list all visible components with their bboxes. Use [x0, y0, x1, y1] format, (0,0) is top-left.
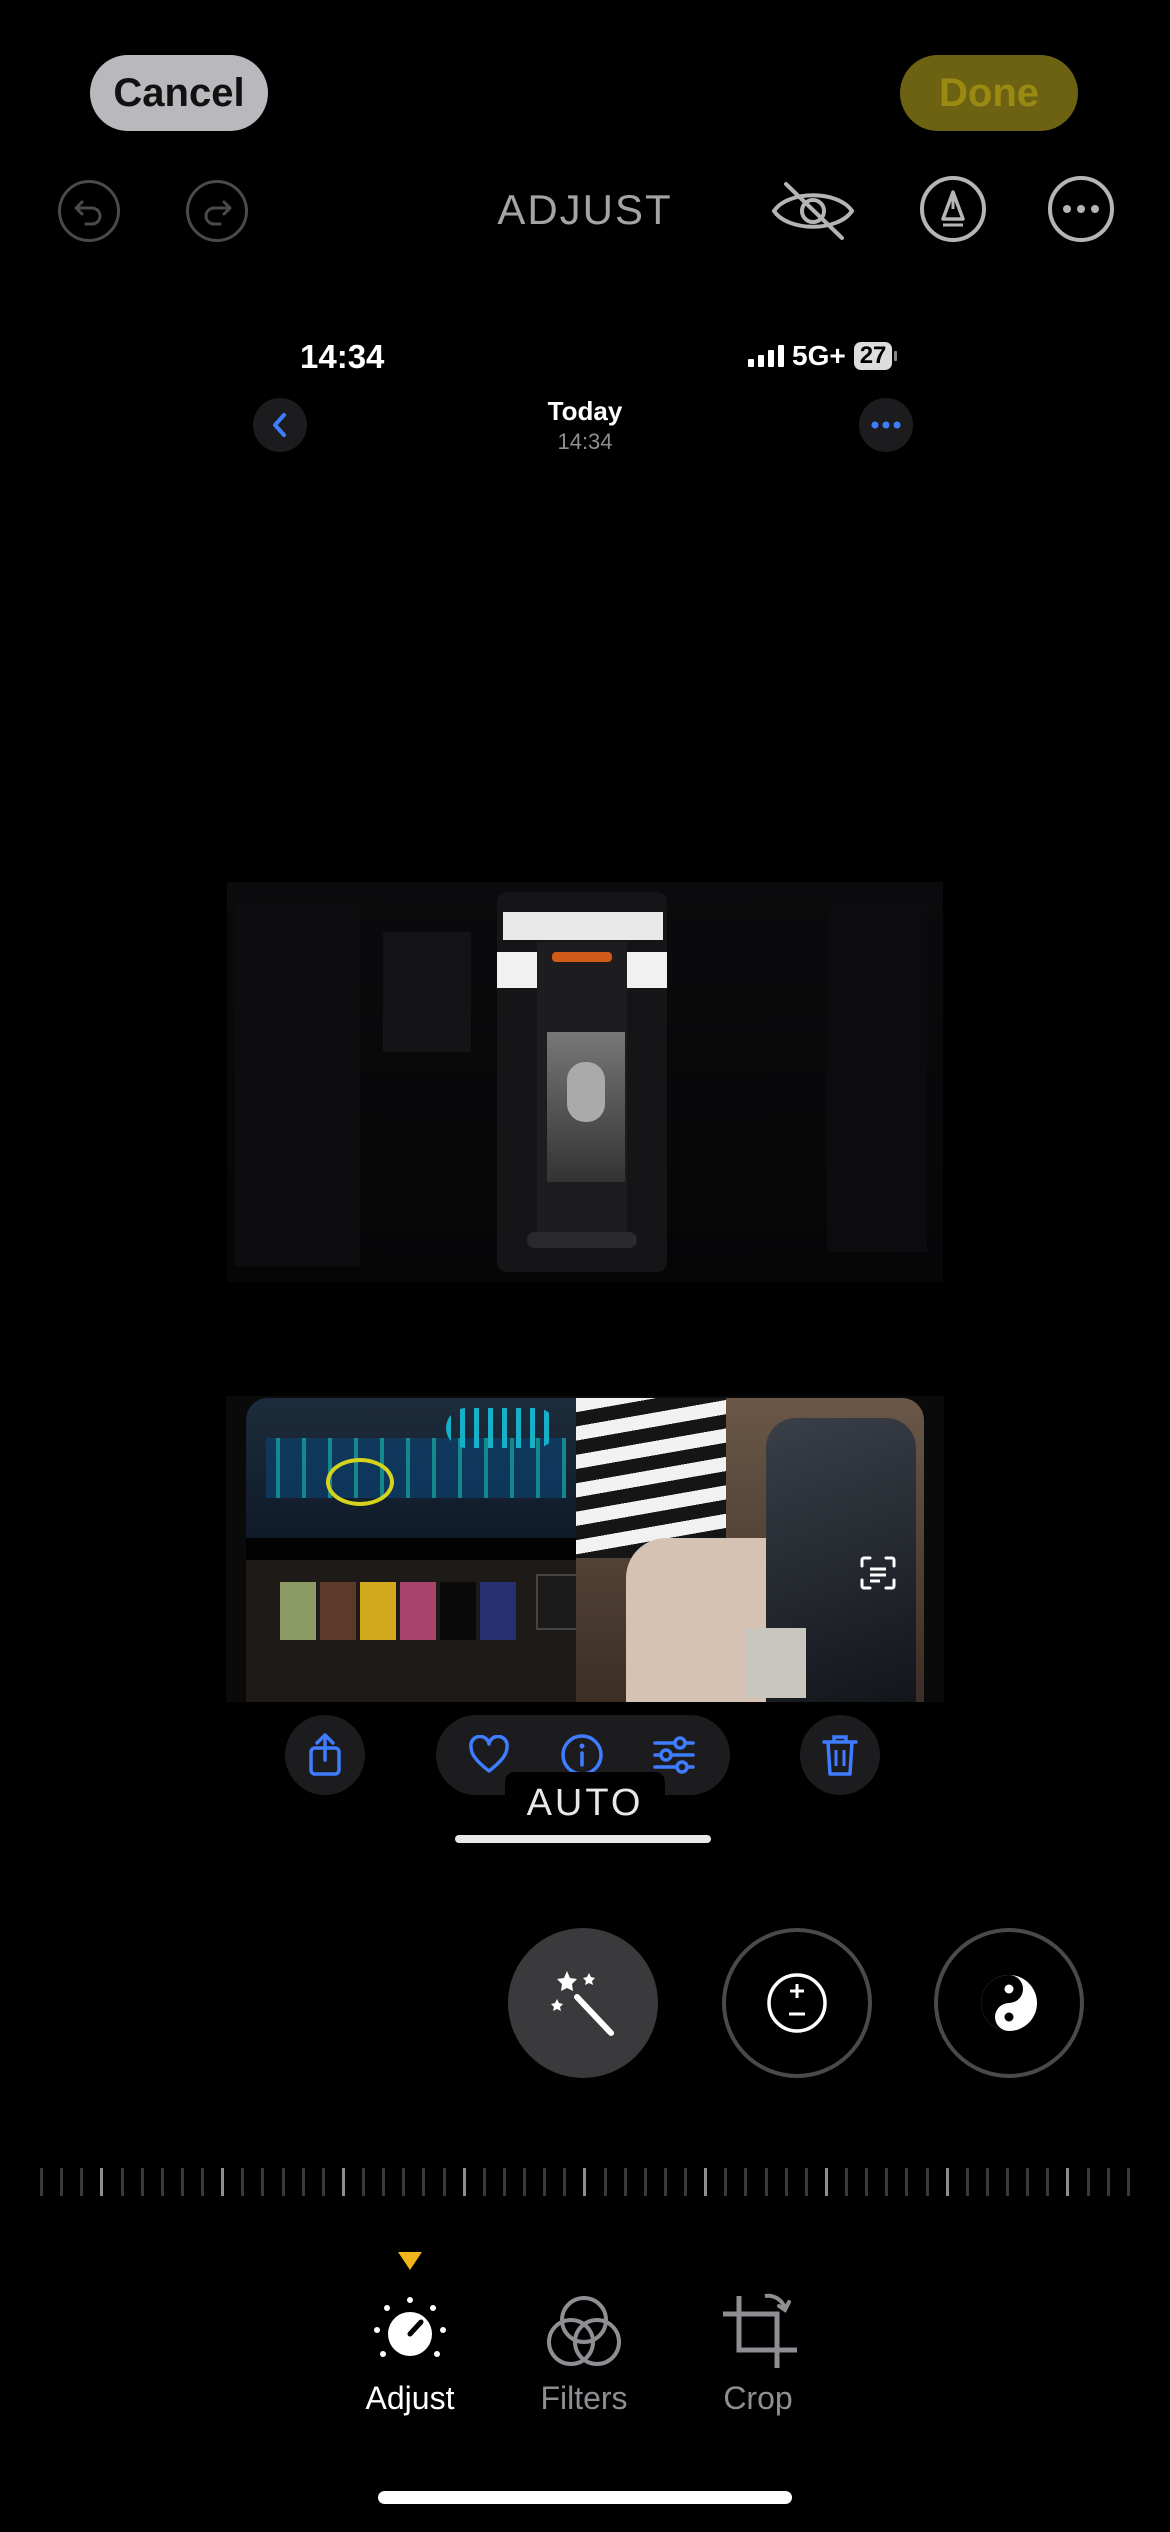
- slider-tick: [583, 2168, 587, 2196]
- slider-tick: [764, 2168, 768, 2196]
- tab-crop-icon[interactable]: [688, 2292, 828, 2377]
- slider-tick: [261, 2168, 265, 2196]
- slider-tick: [482, 2168, 486, 2196]
- slider-tick: [925, 2168, 929, 2196]
- slider-tick: [462, 2168, 466, 2196]
- status-time: 14:34: [300, 338, 385, 375]
- slider-tick: [784, 2168, 788, 2196]
- adjust-slider[interactable]: [40, 2168, 1130, 2198]
- slider-tick: [1126, 2168, 1130, 2196]
- delete-icon: [800, 1715, 880, 1795]
- date-title: Today: [547, 396, 623, 426]
- slider-tick: [1006, 2168, 1009, 2196]
- markup-icon[interactable]: [920, 176, 986, 242]
- slider-tick: [241, 2168, 245, 2196]
- tab-adjust-icon[interactable]: [340, 2292, 480, 2377]
- slider-tick: [362, 2168, 365, 2196]
- slider-tick: [885, 2168, 889, 2196]
- slider-tick: [643, 2168, 647, 2196]
- current-tool-label: AUTO: [505, 1772, 665, 1836]
- slider-tick: [704, 2168, 708, 2196]
- slider-tick: [180, 2168, 184, 2196]
- slider-tick: [905, 2168, 909, 2196]
- slider-tick: [60, 2168, 64, 2196]
- slider-tick: [1106, 2168, 1110, 2196]
- slider-tick: [1066, 2168, 1070, 2196]
- slider-tick: [603, 2168, 607, 2196]
- done-button[interactable]: Done: [900, 55, 1078, 131]
- home-indicator: [378, 2491, 792, 2504]
- status-right: 5G+ 27: [748, 340, 898, 372]
- slider-tick: [382, 2168, 386, 2196]
- slider-tick: [341, 2168, 345, 2196]
- slider-tick: [221, 2168, 225, 2196]
- slider-tick: [80, 2168, 84, 2196]
- slider-tick: [663, 2168, 667, 2196]
- redo-icon[interactable]: [186, 180, 248, 242]
- slider-tick: [422, 2168, 426, 2196]
- slider-tick: [523, 2168, 526, 2196]
- desktop-screenshot-image: [227, 882, 943, 1282]
- slider-tick: [845, 2168, 848, 2196]
- photo-date-header: Today 14:34: [480, 396, 690, 455]
- tab-crop[interactable]: Crop: [678, 2380, 838, 2417]
- date-subtitle: 14:34: [557, 429, 613, 454]
- slider-tick: [321, 2168, 325, 2196]
- slider-tick: [201, 2168, 204, 2196]
- exposure-icon[interactable]: [722, 1928, 872, 2078]
- active-tab-indicator: [398, 2252, 422, 2275]
- slider-tick: [140, 2168, 144, 2196]
- auto-wand-icon[interactable]: [508, 1928, 658, 2078]
- slider-tick: [724, 2168, 728, 2196]
- share-icon: [285, 1715, 365, 1795]
- slider-tick: [965, 2168, 969, 2196]
- more-icon[interactable]: [1048, 176, 1114, 242]
- back-icon: [253, 398, 307, 452]
- tab-adjust[interactable]: Adjust: [330, 2380, 490, 2417]
- slider-tick: [543, 2168, 547, 2196]
- slider-tick: [1026, 2168, 1030, 2196]
- slider-tick: [865, 2168, 869, 2196]
- signal-icon: [748, 345, 784, 367]
- hide-icon[interactable]: [768, 178, 858, 244]
- slider-tick: [684, 2168, 687, 2196]
- live-text-icon: [858, 1554, 898, 1592]
- slider-tick: [1086, 2168, 1090, 2196]
- slider-tick: [744, 2168, 748, 2196]
- network-label: 5G+: [792, 340, 846, 371]
- slider-tick: [502, 2168, 506, 2196]
- slider-tick: [281, 2168, 285, 2196]
- slider-tick: [623, 2168, 627, 2196]
- slider-tick: [442, 2168, 446, 2196]
- page-title: ADJUST: [497, 186, 673, 233]
- tab-filters-icon[interactable]: [514, 2292, 654, 2377]
- slider-tick: [985, 2168, 989, 2196]
- slider-tick: [100, 2168, 104, 2196]
- slider-tick: [804, 2168, 808, 2196]
- slider-tick: [160, 2168, 164, 2196]
- photo-image: [246, 1398, 924, 1702]
- slider-tick: [1046, 2168, 1050, 2196]
- slider-tick: [402, 2168, 406, 2196]
- slider-tick: [301, 2168, 305, 2196]
- slider-tick: [824, 2168, 828, 2196]
- cancel-button[interactable]: Cancel: [90, 55, 268, 131]
- undo-icon[interactable]: [58, 180, 120, 242]
- brilliance-icon[interactable]: [934, 1928, 1084, 2078]
- auto-indicator-bar: [455, 1835, 711, 1843]
- slider-tick: [945, 2168, 949, 2196]
- slider-tick: [40, 2168, 43, 2196]
- slider-tick: [563, 2168, 567, 2196]
- ellipsis-icon: [859, 398, 913, 452]
- tab-filters[interactable]: Filters: [504, 2380, 664, 2417]
- slider-tick: [120, 2168, 124, 2196]
- battery-icon: 27: [853, 342, 898, 370]
- favorite-icon: [468, 1734, 510, 1780]
